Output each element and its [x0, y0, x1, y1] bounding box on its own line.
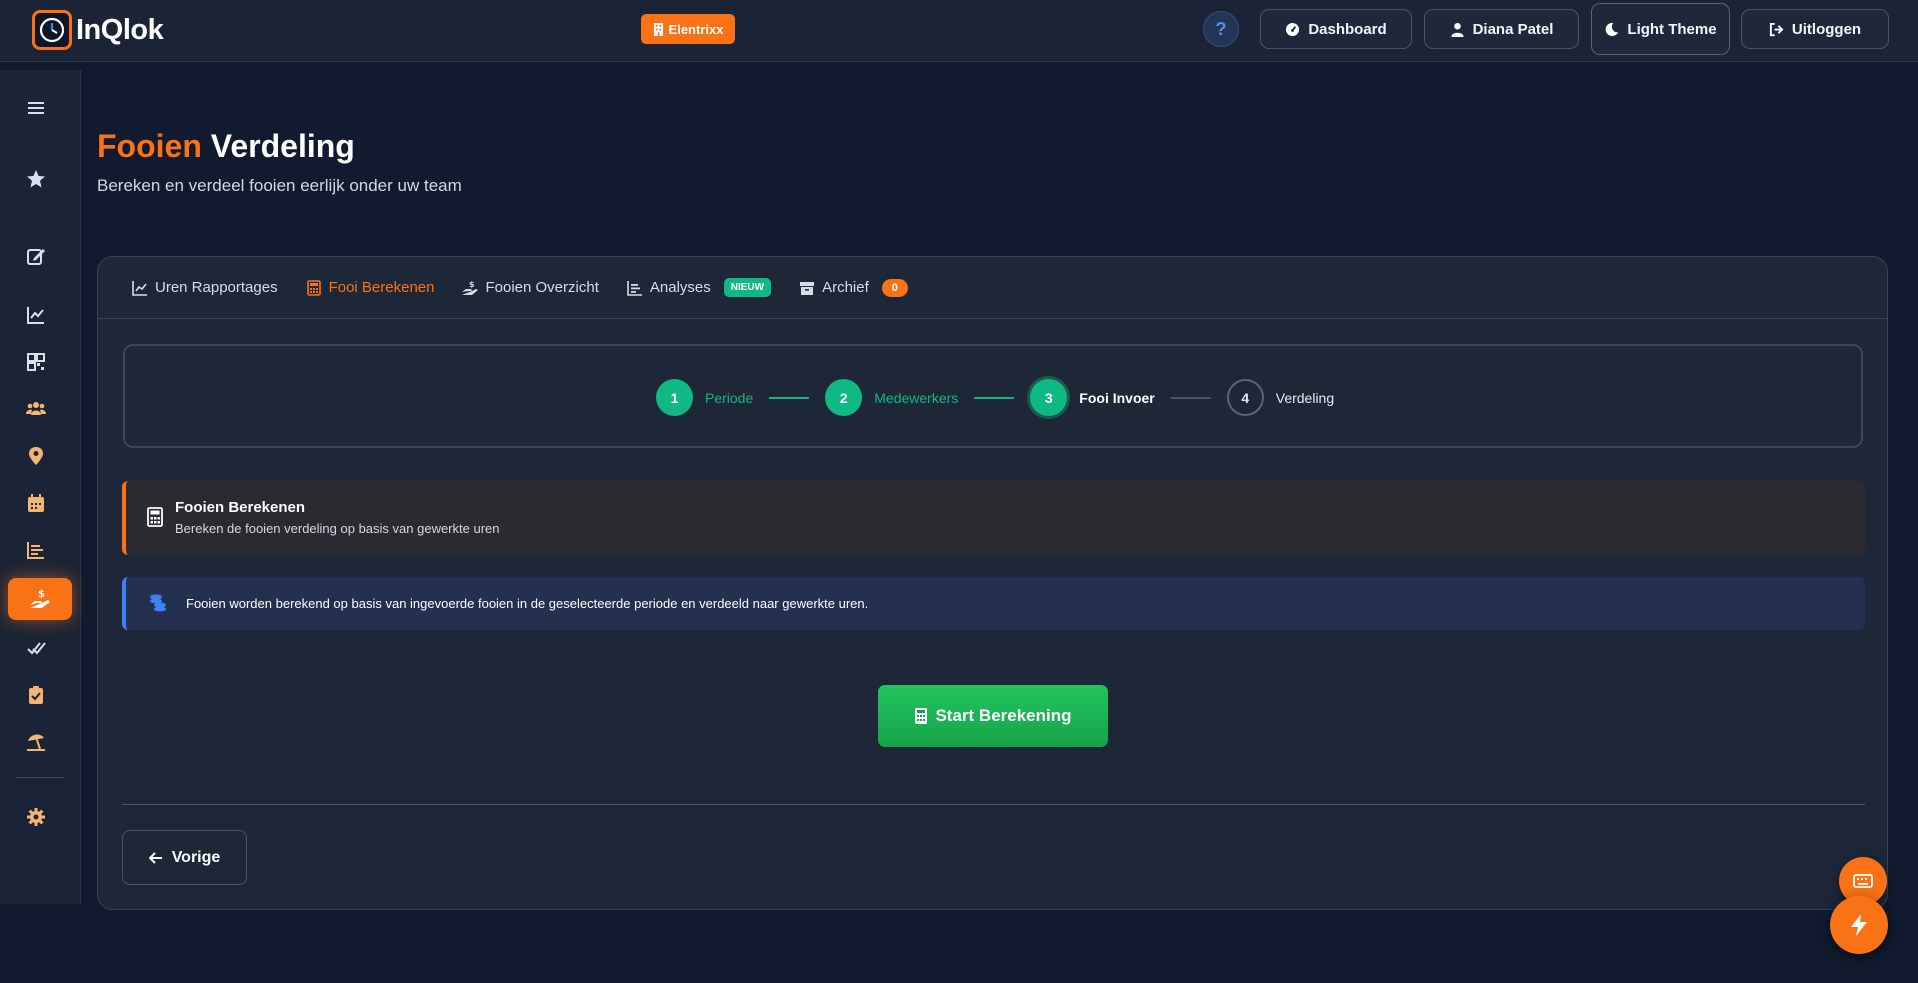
step-3-circle[interactable]: 3	[1030, 379, 1068, 416]
logout-icon	[1769, 22, 1784, 36]
start-calculation-label: Start Berekening	[935, 706, 1072, 725]
moon-icon	[1606, 22, 1619, 36]
logout-button[interactable]: Uitloggen	[1741, 9, 1889, 49]
archive-count-badge: 0	[881, 278, 908, 297]
page-title-accent: Fooien	[97, 128, 202, 164]
bar-chart-icon	[627, 280, 642, 296]
step-connector	[769, 396, 810, 399]
tab-label: Analyses	[649, 279, 711, 296]
qr-code-icon[interactable]	[22, 348, 50, 376]
svg-text:$: $	[38, 589, 45, 600]
sidebar: $	[0, 70, 81, 904]
previous-label: Vorige	[171, 848, 221, 866]
keyboard-icon	[1853, 874, 1873, 888]
theme-toggle-button[interactable]: Light Theme	[1591, 3, 1730, 55]
alert-title: Fooien Berekenen	[175, 499, 306, 516]
step-3-label: Fooi Invoer	[1079, 389, 1155, 406]
help-button[interactable]: ?	[1203, 11, 1239, 47]
clipboard-check-icon[interactable]	[22, 681, 50, 709]
quick-actions-button[interactable]	[1830, 896, 1888, 954]
logout-label: Uitloggen	[1791, 20, 1862, 38]
previous-button[interactable]: Vorige	[122, 830, 247, 885]
sidebar-item-fooien[interactable]: $	[8, 578, 72, 620]
app-logo[interactable]: InQlok	[32, 10, 164, 50]
user-icon	[1450, 22, 1464, 37]
calculator-icon	[147, 507, 163, 532]
lightning-icon	[1851, 914, 1867, 936]
step-4-circle[interactable]: 4	[1226, 379, 1264, 416]
tab-label: Fooien Overzicht	[485, 279, 599, 296]
building-icon	[653, 22, 663, 36]
gauge-icon	[1286, 22, 1300, 36]
theme-label: Light Theme	[1627, 20, 1717, 38]
tab-label: Uren Rapportages	[155, 279, 278, 296]
page-title-rest: Verdeling	[210, 128, 355, 164]
step-1-label: Periode	[705, 389, 754, 406]
tab-label: Archief	[822, 279, 869, 296]
archive-icon	[800, 281, 815, 295]
clock-logo-icon	[32, 10, 72, 50]
new-badge: NIEUW	[723, 278, 772, 297]
tip-calculation-card: Uren Rapportages Fooi Berekenen $ Fooien…	[97, 256, 1888, 910]
sidebar-divider	[16, 777, 65, 778]
dashboard-button[interactable]: Dashboard	[1260, 9, 1412, 49]
info-text: Fooien worden berekend op basis van inge…	[186, 596, 869, 611]
stepper: 1 Periode 2 Medewerkers 3 Fooi Invoer 4 …	[656, 379, 1334, 416]
divider	[122, 804, 1865, 805]
tab-bar: Uren Rapportages Fooi Berekenen $ Fooien…	[98, 257, 1887, 319]
step-connector	[1170, 396, 1211, 399]
alert-subtitle: Bereken de fooien verdeling op basis van…	[175, 521, 500, 536]
arrow-left-icon	[148, 851, 162, 864]
menu-icon[interactable]	[22, 94, 50, 122]
page-title: Fooien Verdeling	[97, 128, 355, 165]
svg-text:$: $	[469, 280, 475, 289]
tab-analyses[interactable]: Analyses NIEUW	[613, 257, 785, 318]
page-subtitle: Bereken en verdeel fooien eerlijk onder …	[97, 176, 462, 195]
tab-archief[interactable]: Archief 0	[785, 257, 922, 318]
location-pin-icon[interactable]	[22, 442, 50, 470]
edit-icon[interactable]	[22, 242, 50, 270]
chart-line-icon	[132, 280, 147, 296]
company-badge[interactable]: Elentrixx	[641, 14, 735, 44]
stepper-panel: 1 Periode 2 Medewerkers 3 Fooi Invoer 4 …	[123, 344, 1863, 448]
user-button[interactable]: Diana Patel	[1424, 9, 1579, 49]
tab-uren-rapportages[interactable]: Uren Rapportages	[118, 257, 292, 318]
bar-chart-icon[interactable]	[22, 536, 50, 564]
step-connector	[974, 396, 1015, 399]
step-2-label: Medewerkers	[874, 389, 959, 406]
coins-icon	[148, 592, 168, 617]
users-icon[interactable]	[22, 395, 50, 423]
dashboard-label: Dashboard	[1308, 20, 1387, 38]
user-name: Diana Patel	[1472, 20, 1554, 38]
start-calculation-button[interactable]: Start Berekening	[878, 685, 1108, 747]
double-check-icon[interactable]	[22, 634, 50, 662]
company-name: Elentrixx	[668, 21, 724, 37]
tab-fooien-overzicht[interactable]: $ Fooien Overzicht	[448, 257, 612, 318]
calculator-icon	[915, 708, 928, 724]
step-1-circle[interactable]: 1	[656, 379, 693, 416]
tab-label: Fooi Berekenen	[328, 279, 435, 296]
calculator-icon	[306, 279, 321, 296]
hand-dollar-icon: $	[462, 280, 479, 295]
step-2-circle[interactable]: 2	[825, 379, 863, 416]
star-icon[interactable]	[22, 165, 50, 193]
step-4-label: Verdeling	[1275, 389, 1335, 406]
hand-dollar-icon: $	[30, 589, 50, 608]
gear-icon[interactable]	[22, 803, 50, 831]
top-bar: InQlok Elentrixx ? Dashboard Diana Patel…	[0, 0, 1918, 62]
info-alert: Fooien worden berekend op basis van inge…	[122, 577, 1865, 630]
chart-line-icon[interactable]	[22, 301, 50, 329]
umbrella-beach-icon[interactable]	[22, 728, 50, 756]
calculation-alert: Fooien Berekenen Bereken de fooien verde…	[122, 481, 1865, 555]
calendar-icon[interactable]	[22, 489, 50, 517]
tab-fooi-berekenen[interactable]: Fooi Berekenen	[292, 257, 449, 318]
logo-text: InQlok	[76, 13, 164, 46]
